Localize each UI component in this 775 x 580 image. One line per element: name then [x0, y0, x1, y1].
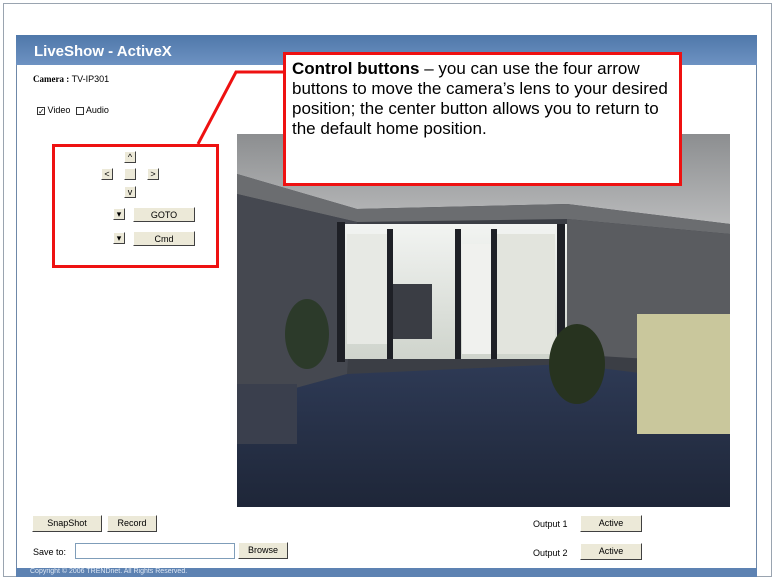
footer-bar: Copyright © 2006 TRENDnet. All Rights Re…	[16, 568, 757, 577]
output2-active-button[interactable]: Active	[580, 543, 642, 560]
camera-video-feed	[237, 134, 730, 507]
save-to-input[interactable]	[75, 543, 235, 559]
save-to-label: Save to:	[33, 547, 67, 557]
output1-active-button[interactable]: Active	[580, 515, 642, 532]
callout-title: Control buttons	[292, 59, 420, 78]
browse-button[interactable]: Browse	[238, 542, 288, 559]
record-button[interactable]: Record	[107, 515, 157, 532]
snapshot-button[interactable]: SnapShot	[32, 515, 102, 532]
copyright-text: Copyright © 2006 TRENDnet. All Rights Re…	[30, 568, 188, 575]
office-scene-image	[237, 134, 730, 507]
output2-label: Output 2	[533, 548, 568, 558]
output1-label: Output 1	[533, 519, 568, 529]
control-buttons-callout: Control buttons – you can use the four a…	[283, 52, 682, 186]
